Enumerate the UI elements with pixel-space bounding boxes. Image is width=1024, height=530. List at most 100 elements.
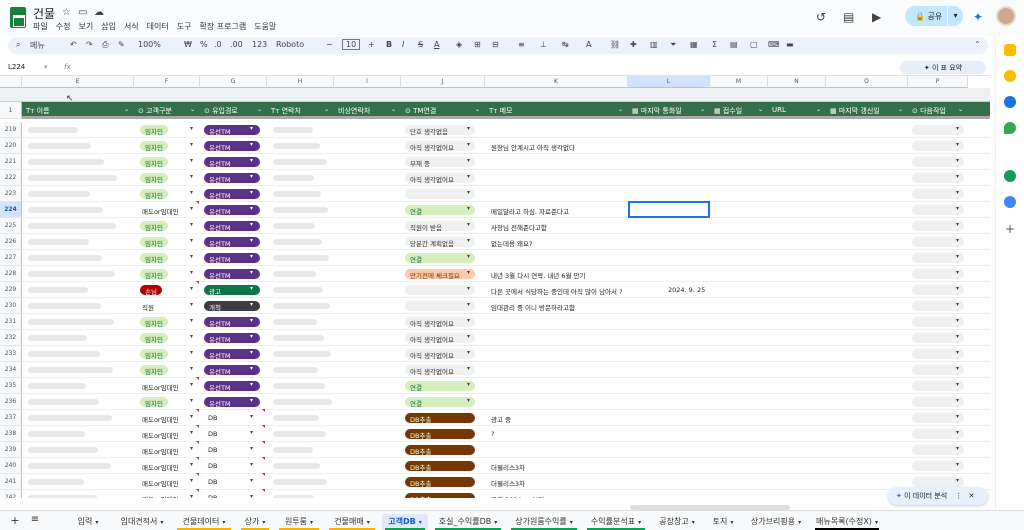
header-menu-icon[interactable]: ⌄: [700, 106, 705, 113]
dropdown-arrow-icon[interactable]: ▾: [467, 397, 470, 404]
column-header-K[interactable]: K: [485, 76, 628, 88]
gemini-icon[interactable]: ✦: [973, 10, 983, 24]
dropdown-arrow-icon[interactable]: ▾: [250, 221, 253, 228]
tm-chip[interactable]: 연결: [405, 205, 475, 215]
dropdown-arrow-icon[interactable]: ▾: [250, 301, 253, 308]
row-number[interactable]: 231: [0, 314, 22, 330]
customer-type-chip[interactable]: 임차인: [140, 349, 168, 359]
table-row[interactable]: 임차인 ▾ 유선TM ▾ 직원이 받음 ▾ 사장님 전해준다고함 ▾: [22, 218, 990, 234]
chevron-down-icon[interactable]: ▾: [367, 519, 370, 526]
font-size-input[interactable]: 10: [342, 39, 361, 50]
sheet-tab-5[interactable]: 건물매매 ▾: [326, 514, 378, 530]
dropdown-arrow-icon[interactable]: ▾: [190, 237, 193, 244]
paint-format-icon[interactable]: ✎: [118, 40, 125, 49]
dropdown-arrow-icon[interactable]: ▾: [250, 445, 253, 452]
dropdown-arrow-icon[interactable]: ▾: [956, 285, 959, 292]
table-row[interactable]: 매도or임대인 ▾ DB ▾ DB추출 ▾ 더웰리스3차 ▾: [22, 457, 990, 474]
chevron-down-icon[interactable]: ▾: [262, 519, 265, 526]
row-number[interactable]: 232: [0, 330, 22, 346]
tm-chip[interactable]: 아직 생각없어요: [405, 349, 475, 359]
table-row[interactable]: 매도or임대인 ▾ DB ▾ DB추출 ▾? ▾: [22, 425, 990, 442]
route-text[interactable]: DB: [208, 414, 217, 422]
menu-item-0[interactable]: 파일: [33, 21, 48, 32]
dropdown-arrow-icon[interactable]: ▾: [956, 189, 959, 196]
dropdown-arrow-icon[interactable]: ▾: [250, 189, 253, 196]
tm-chip[interactable]: 만기전에 체크필요: [405, 269, 475, 279]
column-header-O[interactable]: O: [826, 76, 908, 88]
header-J[interactable]: ⊙ TM연결: [401, 102, 485, 116]
memo-text[interactable]: ?: [491, 430, 494, 438]
strikethrough-icon[interactable]: S: [418, 40, 423, 49]
menu-item-3[interactable]: 삽입: [101, 21, 116, 32]
filter-views-icon[interactable]: ▦: [690, 40, 698, 49]
dropdown-arrow-icon[interactable]: ▾: [250, 365, 253, 372]
table-row[interactable]: 임차인 ▾ 유선TM ▾ 당분간 계획없음 ▾ 없는데용 왜요? ▾: [22, 234, 990, 250]
customer-type-text[interactable]: 매도or임대인: [142, 430, 179, 440]
dropdown-arrow-icon[interactable]: ▾: [250, 429, 253, 436]
tm-chip[interactable]: DB추출: [405, 413, 475, 423]
customer-type-text[interactable]: 매도or임대인: [142, 494, 179, 498]
row-number[interactable]: 234: [0, 362, 22, 378]
comment-icon[interactable]: ▤: [843, 10, 854, 24]
dropdown-arrow-icon[interactable]: ▾: [956, 253, 959, 260]
row-number[interactable]: 223: [0, 186, 22, 202]
dropdown-arrow-icon[interactable]: ▾: [250, 349, 253, 356]
dropdown-arrow-icon[interactable]: ▾: [467, 253, 470, 260]
memo-text[interactable]: 내년 3월 다시 연락. 내년 6월 만기: [491, 270, 586, 280]
tm-chip[interactable]: 아직 생각없어요: [405, 333, 475, 343]
tm-chip[interactable]: 아직 생각없어요: [405, 317, 475, 327]
borders-icon[interactable]: ⊞: [474, 40, 481, 49]
column-header-G[interactable]: G: [200, 76, 267, 88]
tm-chip[interactable]: 부재 중: [405, 157, 475, 167]
dropdown-arrow-icon[interactable]: ▾: [467, 205, 470, 212]
dropdown-arrow-icon[interactable]: ▾: [956, 477, 959, 484]
row-number[interactable]: 236: [0, 394, 22, 410]
table-row[interactable]: 임차인 ▾ 유선TM ▾ 아직 생각없어요 ▾ ▾: [22, 170, 990, 186]
memo-text[interactable]: 임대관리 중 이니 방문하라고함: [491, 302, 575, 312]
dropdown-arrow-icon[interactable]: ▾: [467, 381, 470, 388]
header-L[interactable]: ▦ 마지막 통화일: [628, 102, 710, 116]
row-number[interactable]: 229: [0, 282, 22, 298]
dropdown-arrow-icon[interactable]: ▾: [956, 157, 959, 164]
route-text[interactable]: DB: [208, 430, 217, 438]
print-icon[interactable]: ⎙: [102, 40, 108, 50]
chevron-down-icon[interactable]: ▾: [570, 519, 573, 526]
table-row[interactable]: 매도or임대인 ▾ DB ▾ DB추출 ▾ 더웰리스3차 ▾: [22, 473, 990, 490]
history-icon[interactable]: ↺: [816, 10, 826, 24]
memo-text[interactable]: 고객 2024 … 보기: [491, 494, 544, 498]
table-color-icon[interactable]: ▬: [786, 40, 794, 49]
dropdown-arrow-icon[interactable]: ▾: [956, 397, 959, 404]
customer-type-text[interactable]: 매도or임대인: [142, 478, 179, 488]
column-header-P[interactable]: P: [908, 76, 968, 88]
dropdown-arrow-icon[interactable]: ▾: [190, 365, 193, 372]
dropdown-arrow-icon[interactable]: ▾: [250, 173, 253, 180]
dropdown-arrow-icon[interactable]: ▾: [250, 333, 253, 340]
header-K[interactable]: Tт 메모: [485, 102, 628, 116]
customer-type-chip[interactable]: 임차인: [140, 237, 168, 247]
undo-icon[interactable]: ↶: [70, 40, 77, 49]
share-button[interactable]: 🔒 공유 ▾: [905, 6, 963, 26]
column-header-N[interactable]: N: [768, 76, 826, 88]
close-icon[interactable]: ✕: [969, 492, 975, 500]
italic-icon[interactable]: I: [402, 40, 404, 49]
font-select[interactable]: Roboto: [276, 40, 304, 49]
dropdown-arrow-icon[interactable]: ▾: [467, 445, 470, 452]
table-row[interactable]: 임차인 ▾ 유선TM ▾ 만기전에 체크필요 ▾ 내년 3월 다시 연락. 내년 6월 만기…: [22, 266, 990, 282]
hide-icon[interactable]: ▢: [750, 40, 758, 49]
memo-text[interactable]: 원장님 안계시고 아직 생각없다: [491, 142, 575, 152]
customer-type-chip[interactable]: 임차인: [140, 269, 168, 279]
dropdown-arrow-icon[interactable]: ▾: [467, 317, 470, 324]
chevron-down-icon[interactable]: ▾: [419, 519, 422, 526]
add-sheet-icon[interactable]: +: [8, 512, 22, 528]
percent-button[interactable]: %: [200, 40, 208, 49]
sheet-tab-7[interactable]: 호실_수익률DB ▾: [432, 514, 504, 530]
menu-item-4[interactable]: 서식: [124, 21, 139, 32]
header-menu-icon[interactable]: ⌄: [898, 106, 903, 113]
dropdown-arrow-icon[interactable]: ▾: [956, 221, 959, 228]
route-text[interactable]: DB: [208, 446, 217, 454]
menu-item-7[interactable]: 확장 프로그램: [200, 21, 247, 32]
customer-type-chip[interactable]: 임차인: [140, 221, 168, 231]
header-menu-icon[interactable]: ⌄: [816, 106, 821, 113]
dropdown-arrow-icon[interactable]: ▾: [190, 333, 193, 340]
sheets-logo-icon[interactable]: [10, 7, 26, 28]
